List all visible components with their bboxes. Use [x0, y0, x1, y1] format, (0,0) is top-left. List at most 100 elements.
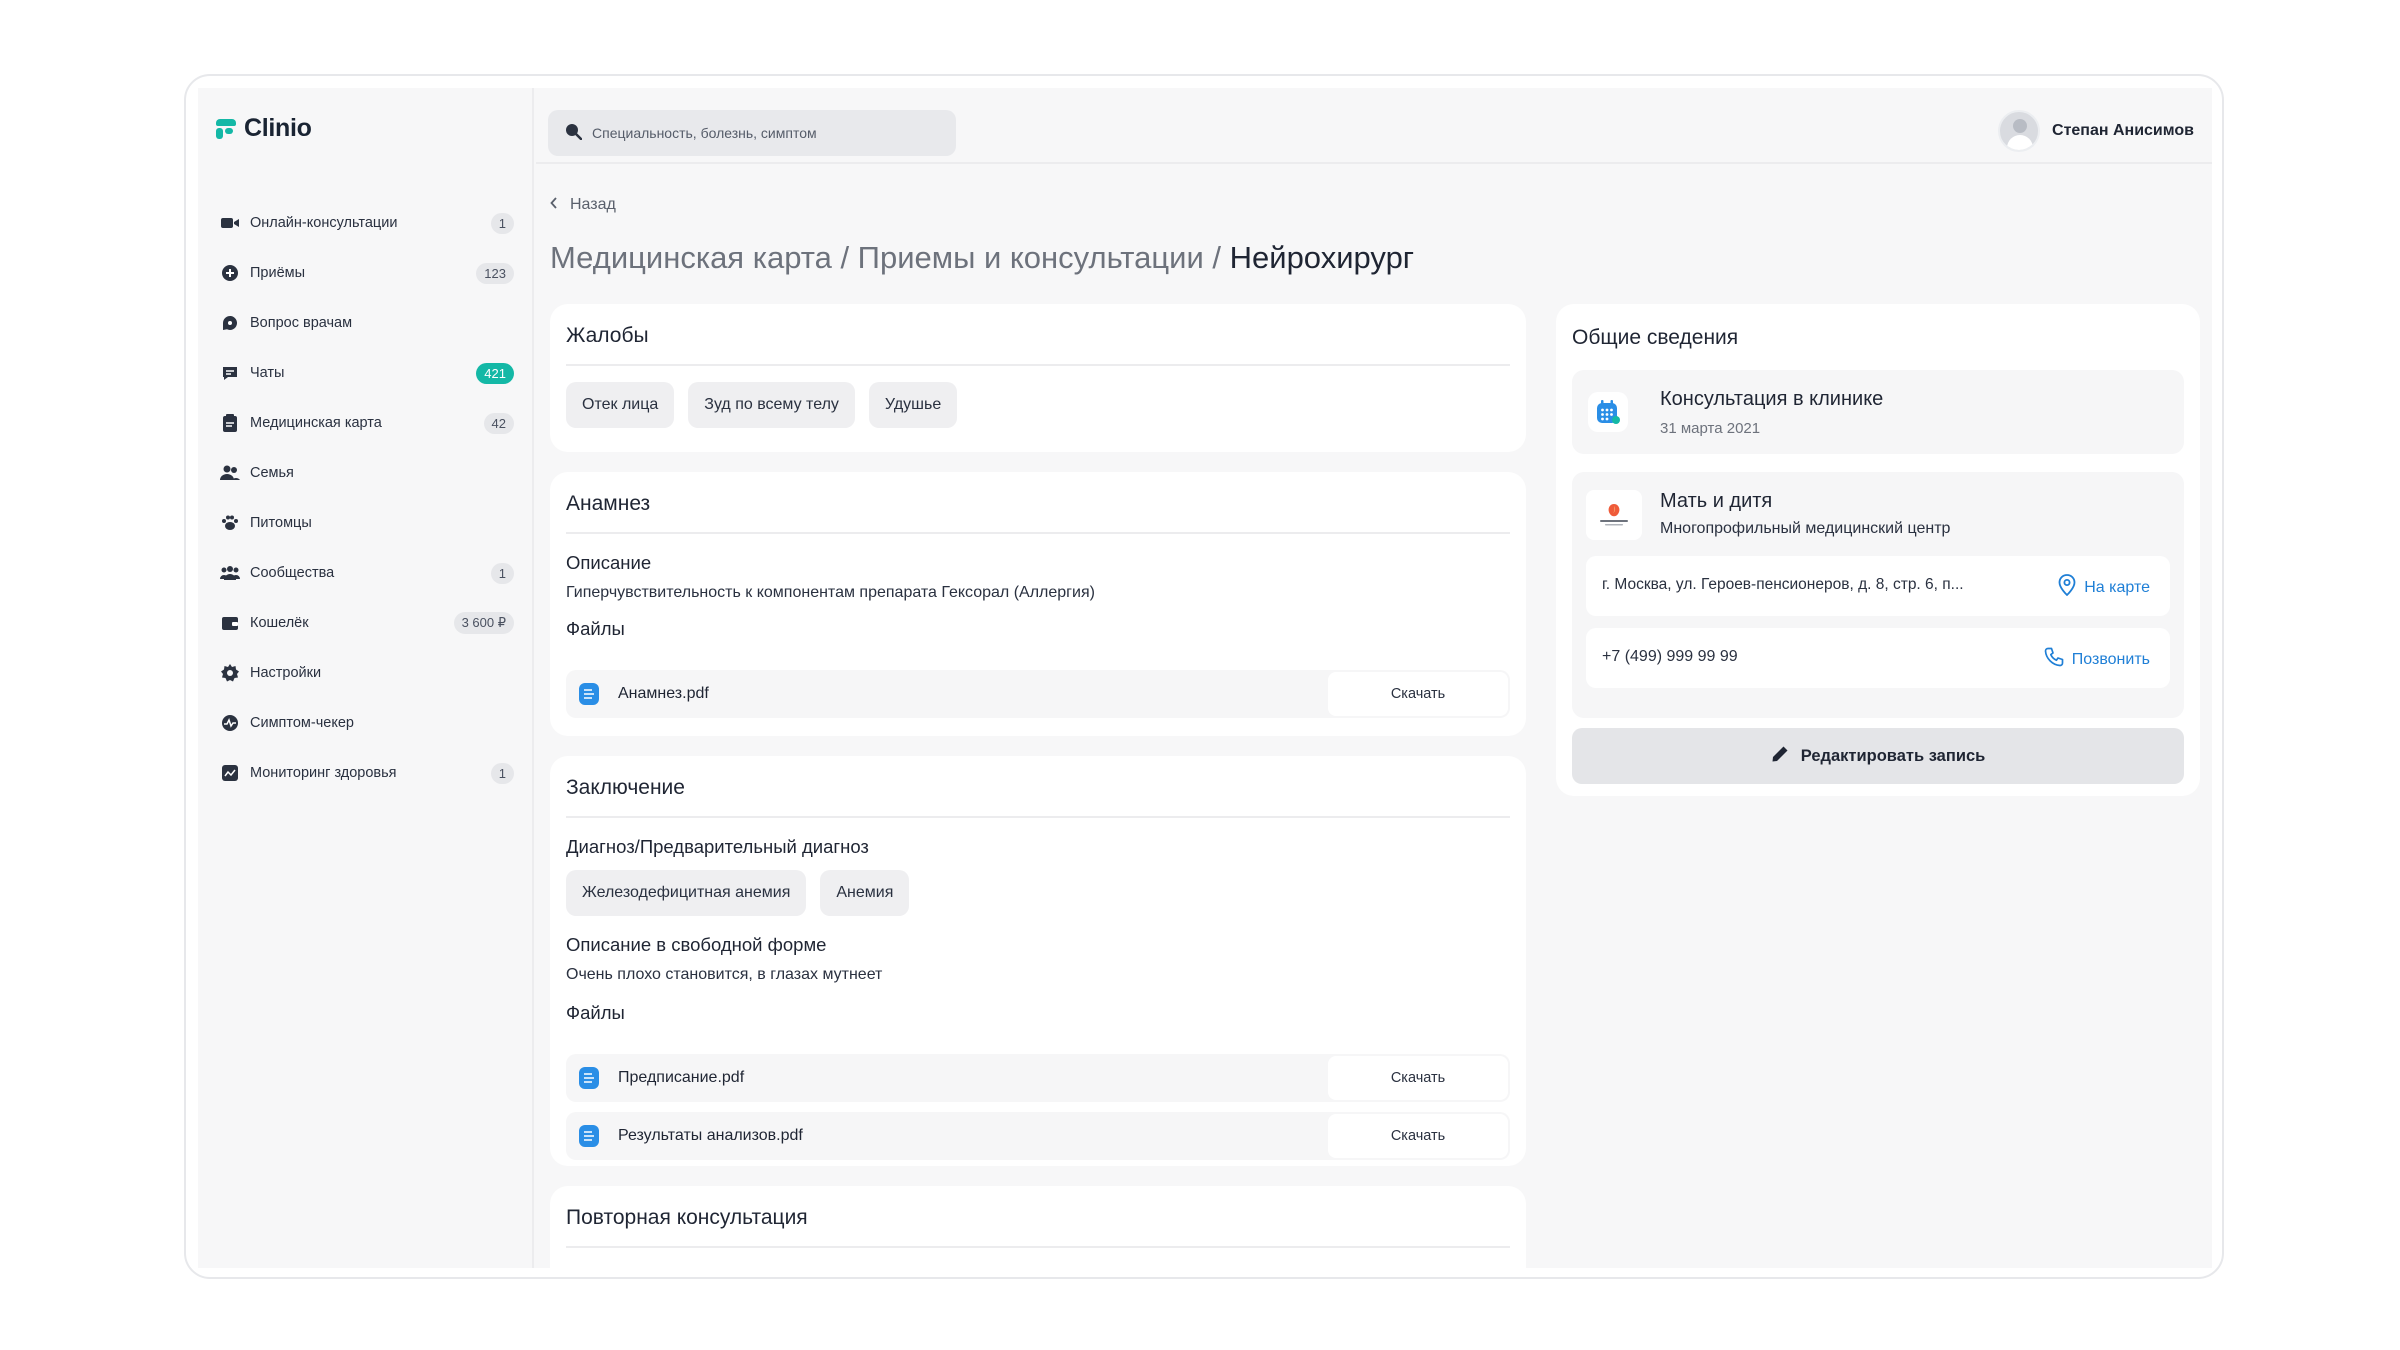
diagnosis-chips: Железодефицитная анемия Анемия — [566, 870, 1526, 916]
balance-badge: 3 600 ₽ — [453, 612, 514, 634]
sidebar-item-label: Сообщества — [250, 565, 335, 581]
file-name[interactable]: Результаты анализов.pdf — [618, 1127, 1328, 1145]
app-body: Clinio Онлайн-консультации 1 Приёмы 123 … — [198, 88, 2212, 1268]
sidebar-item-chats[interactable]: Чаты 421 — [212, 348, 522, 398]
main-content: Назад Медицинская карта / Приемы и консу… — [536, 166, 2212, 1268]
conclusion-title: Заключение — [566, 756, 1510, 818]
community-icon — [220, 563, 240, 583]
sidebar-item-label: Кошелёк — [250, 615, 309, 631]
edit-record-button[interactable]: Редактировать запись — [1572, 728, 2184, 784]
count-badge: 1 — [490, 762, 514, 784]
sidebar-item-label: Чаты — [250, 365, 285, 381]
complaint-chip: Удушье — [868, 382, 958, 428]
document-icon — [578, 1066, 600, 1090]
free-description-text: Очень плохо становится, в глазах мутнеет — [566, 966, 883, 983]
repeat-consultation-title: Повторная консультация — [566, 1186, 1510, 1248]
logo[interactable]: Clinio — [216, 114, 312, 143]
sidebar-item-ask-doctors[interactable]: Вопрос врачам — [212, 298, 522, 348]
search-bar[interactable] — [548, 110, 956, 156]
monitor-icon — [220, 763, 240, 783]
anamnesis-card: Анамнез Описание Гиперчувствительность к… — [550, 472, 1526, 736]
diagnosis-chip: Железодефицитная анемия — [566, 870, 807, 916]
sidebar-item-medical-card[interactable]: Медицинская карта 42 — [212, 398, 522, 448]
sidebar-item-label: Онлайн-консультации — [250, 215, 398, 231]
sidebar-item-label: Вопрос врачам — [250, 315, 353, 331]
wallet-icon — [220, 613, 240, 633]
sidebar-item-health-monitoring[interactable]: Мониторинг здоровья 1 — [212, 748, 522, 798]
search-icon — [564, 122, 583, 145]
anamnesis-title: Анамнез — [566, 472, 1510, 534]
phone-icon — [2044, 647, 2064, 672]
complaints-title: Жалобы — [566, 304, 1510, 366]
count-badge: 123 — [476, 262, 514, 284]
sidebar-item-label: Настройки — [250, 665, 322, 681]
sidebar-item-appointments[interactable]: Приёмы 123 — [212, 248, 522, 298]
files-label: Файлы — [566, 618, 625, 639]
clinic-icon — [220, 263, 240, 283]
logo-icon — [216, 118, 236, 139]
conclusion-card: Заключение Диагноз/Предварительный диагн… — [550, 756, 1526, 1166]
sidebar-item-pets[interactable]: Питомцы — [212, 498, 522, 548]
app-window: Clinio Онлайн-консультации 1 Приёмы 123 … — [184, 74, 2224, 1279]
clinic-type: Многопрофильный медицинский центр — [1660, 520, 1951, 537]
question-icon — [220, 313, 240, 333]
topbar: Степан Анисимов — [536, 88, 2212, 164]
download-button[interactable]: Скачать — [1328, 672, 1508, 716]
download-button[interactable]: Скачать — [1328, 1056, 1508, 1100]
clinic-box: Мать и дитя Многопрофильный медицинский … — [1572, 472, 2184, 718]
repeat-consultation-card: Повторная консультация — [550, 1186, 1526, 1268]
gear-icon — [220, 663, 240, 683]
clinic-name: Мать и дитя — [1660, 490, 1773, 512]
file-row: Анамнез.pdf Скачать — [566, 670, 1510, 718]
complaints-chips: Отек лица Зуд по всему телу Удушье — [566, 382, 1526, 428]
free-description-label: Описание в свободной форме — [566, 934, 827, 955]
count-badge: 421 — [476, 362, 514, 384]
sidebar-item-symptom-checker[interactable]: Симптом-чекер — [212, 698, 522, 748]
sidebar-nav: Онлайн-консультации 1 Приёмы 123 Вопрос … — [212, 198, 522, 798]
download-button[interactable]: Скачать — [1328, 1114, 1508, 1158]
user-menu[interactable]: Степан Анисимов — [1998, 110, 2194, 152]
sidebar-item-label: Питомцы — [250, 515, 312, 531]
edit-record-label: Редактировать запись — [1800, 746, 1986, 765]
logo-text: Clinio — [244, 114, 312, 142]
sidebar-item-wallet[interactable]: Кошелёк 3 600 ₽ — [212, 598, 522, 648]
count-badge: 42 — [483, 412, 514, 434]
file-name[interactable]: Предписание.pdf — [618, 1069, 1328, 1087]
back-label: Назад — [570, 196, 616, 213]
address-text: г. Москва, ул. Героев-пенсионеров, д. 8,… — [1602, 576, 1964, 593]
map-link-label: На карте — [2084, 578, 2150, 596]
sidebar-item-label: Семья — [250, 465, 294, 481]
clinic-logo — [1586, 490, 1642, 540]
sidebar-item-online-consultations[interactable]: Онлайн-консультации 1 — [212, 198, 522, 248]
file-name[interactable]: Анамнез.pdf — [618, 685, 1328, 703]
calendar-icon — [1588, 392, 1628, 432]
sidebar-item-communities[interactable]: Сообщества 1 — [212, 548, 522, 598]
visit-type: Консультация в клинике — [1660, 388, 1884, 410]
sidebar-item-label: Приёмы — [250, 265, 306, 281]
sidebar-item-family[interactable]: Семья — [212, 448, 522, 498]
sidebar-item-label: Мониторинг здоровья — [250, 765, 397, 781]
page-title: Нейрохирург — [1229, 240, 1415, 275]
user-name: Степан Анисимов — [2052, 122, 2194, 139]
chat-icon — [220, 363, 240, 383]
call-link[interactable]: Позвонить — [2044, 647, 2150, 672]
diagnosis-label: Диагноз/Предварительный диагноз — [566, 836, 869, 857]
breadcrumb-path[interactable]: Медицинская карта / Приемы и консультаци… — [550, 240, 1230, 275]
phone-row: +7 (499) 999 99 99 Позвонить — [1586, 628, 2170, 688]
video-icon — [220, 213, 240, 233]
family-icon — [220, 463, 240, 483]
back-link[interactable]: Назад — [550, 196, 616, 214]
chevron-left-icon — [550, 196, 558, 214]
file-row: Предписание.pdf Скачать — [566, 1054, 1510, 1102]
clipboard-icon — [220, 413, 240, 433]
document-icon — [578, 1124, 600, 1148]
avatar — [1998, 110, 2041, 152]
count-badge: 1 — [490, 562, 514, 584]
search-input[interactable] — [592, 125, 932, 141]
address-row: г. Москва, ул. Героев-пенсионеров, д. 8,… — [1586, 556, 2170, 616]
map-link[interactable]: На карте — [2058, 574, 2150, 601]
description-text: Гиперчувствительность к компонентам преп… — [566, 584, 1095, 601]
pencil-icon — [1771, 745, 1789, 768]
sidebar-item-settings[interactable]: Настройки — [212, 648, 522, 698]
file-row: Результаты анализов.pdf Скачать — [566, 1112, 1510, 1160]
